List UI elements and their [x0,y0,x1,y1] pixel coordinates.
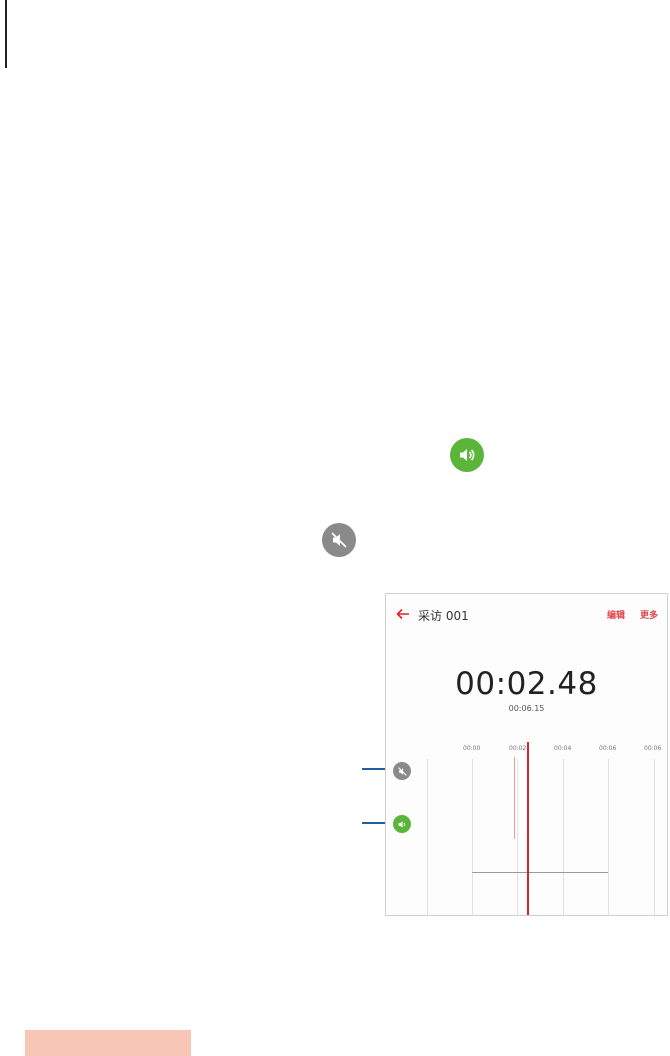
tick-label: 00:00 [463,745,481,752]
tick-label: 00:02 [509,745,527,752]
speaker-muted-icon [322,523,356,557]
back-arrow-icon[interactable] [395,606,411,622]
tick-label: 00:06 [644,745,662,752]
track-gridline [654,759,655,915]
recording-title: 采访 001 [418,609,469,623]
page-edge-mark [5,0,7,68]
track-gridline [517,759,518,915]
voice-recorder-screen: 采访 001 编辑 更多 00:02.48 00:06.15 00:00 00:… [385,593,668,916]
track-gridline [427,759,428,915]
edit-button[interactable]: 编辑 [607,608,625,621]
section-tab-bar [25,1030,191,1056]
speaker-muted-icon[interactable] [393,762,411,780]
track-gridline [608,759,609,915]
more-button[interactable]: 更多 [640,608,658,621]
tick-label: 00:06 [599,745,617,752]
elapsed-time: 00:02.48 [455,666,598,702]
track-gridline [472,759,473,915]
position-marker [514,757,515,839]
track-gridline [563,759,564,915]
speaker-icon [450,438,484,472]
total-time: 00:06.15 [508,704,545,713]
tick-label: 00:04 [554,745,572,752]
playhead[interactable] [527,742,529,915]
speaker-icon[interactable] [393,815,411,833]
waveform-baseline [472,872,608,873]
